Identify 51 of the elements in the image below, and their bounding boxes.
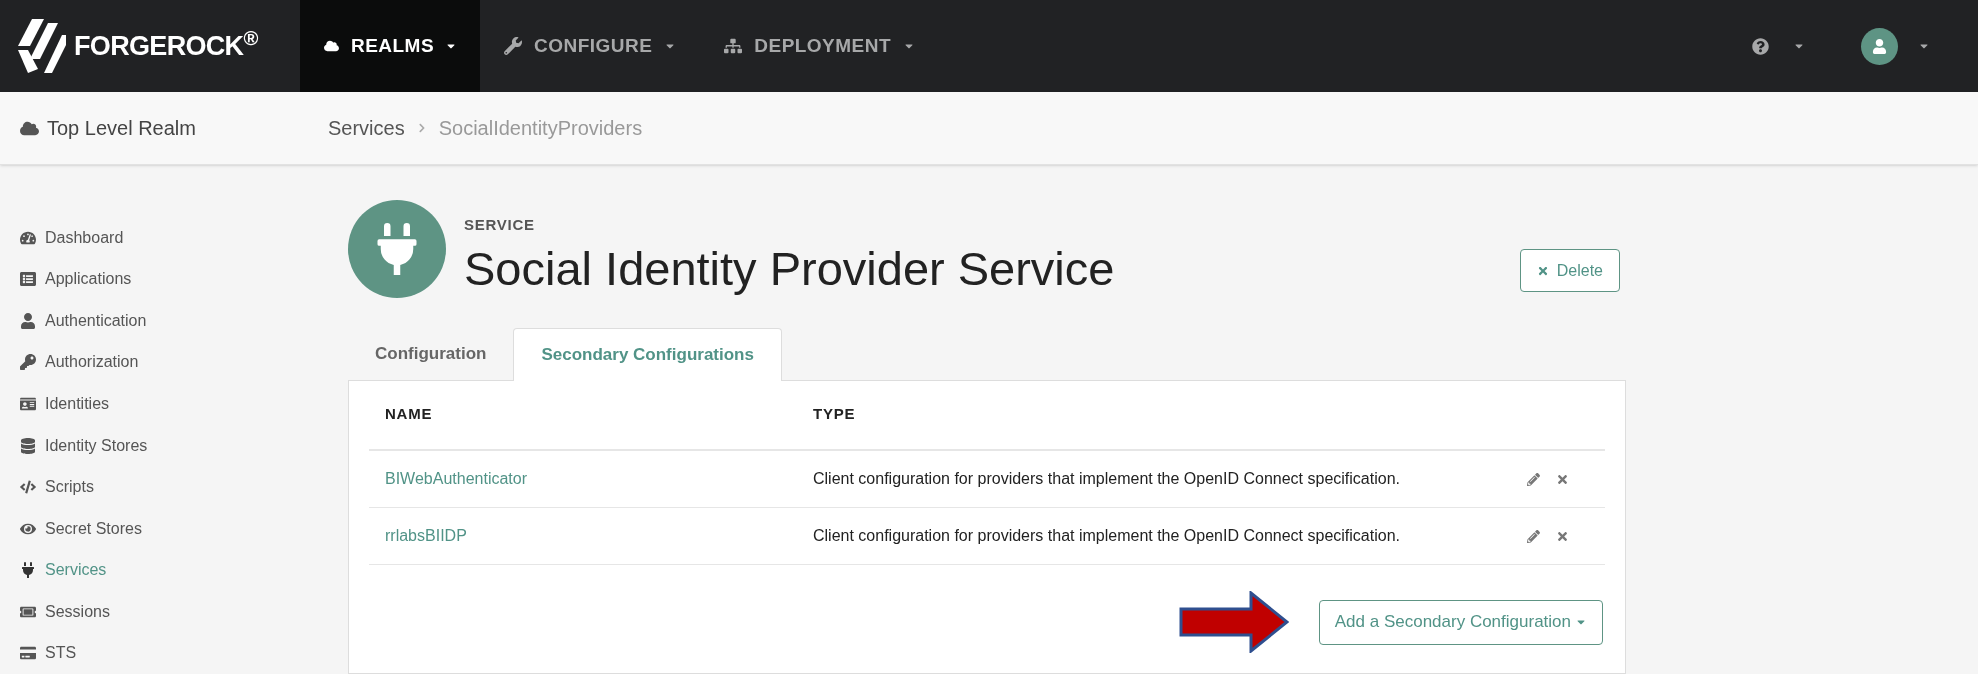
id-card-icon <box>20 395 36 412</box>
sidebar-item[interactable]: Identities <box>20 383 348 425</box>
sidebar-item[interactable]: Authentication <box>20 300 348 342</box>
breadcrumb-item: SocialIdentityProviders <box>438 116 643 141</box>
sidebar-item[interactable]: Sessions <box>20 590 348 633</box>
delete-button[interactable]: Delete <box>1519 249 1620 292</box>
edit-icon[interactable] <box>1527 529 1540 543</box>
wrench-icon <box>504 37 522 55</box>
delete-icon[interactable] <box>1556 472 1569 486</box>
user-menu[interactable] <box>1861 27 1930 65</box>
column-header: NAME <box>384 404 434 424</box>
nav-menu[interactable]: CONFIGURE <box>480 0 701 92</box>
key-icon <box>20 354 36 371</box>
sitemap-icon <box>724 37 743 55</box>
sidebar-item[interactable]: STS <box>20 632 348 674</box>
edit-icon[interactable] <box>1527 472 1540 486</box>
config-name-link[interactable]: BIWebAuthenticator <box>369 467 527 491</box>
sidebar-item[interactable]: Secret Stores <box>20 507 348 550</box>
user-icon <box>1872 38 1887 54</box>
delete-icon[interactable] <box>1556 529 1569 543</box>
add-secondary-configuration-button[interactable]: Add a Secondary Configuration <box>1318 599 1603 645</box>
table-cell-text: Client configuration for providers that implement the OpenID Connect specification. <box>812 469 1401 489</box>
card-icon <box>20 645 36 662</box>
brand-name: FORGEROCK$^{®}$ <box>74 25 258 63</box>
help-menu[interactable] <box>1752 37 1805 55</box>
tab[interactable]: Secondary Configurations <box>513 328 782 381</box>
config-name-link[interactable]: rrlabsBIIDP <box>369 524 467 548</box>
realm-name[interactable]: Top Level Realm <box>47 113 196 143</box>
database-icon <box>20 437 36 454</box>
sidebar-item[interactable]: Applications <box>20 258 348 301</box>
nav-menu[interactable]: REALMS <box>300 0 480 92</box>
gauge-icon <box>20 229 36 246</box>
help-icon <box>1752 37 1769 55</box>
list-icon <box>20 271 36 288</box>
sidebar-item[interactable]: Identity Stores <box>20 424 348 467</box>
sidebar-item[interactable]: Scripts <box>20 466 348 508</box>
tab[interactable]: Configuration <box>348 327 514 380</box>
code-icon <box>20 479 36 496</box>
eyebrow-label: SERVICE <box>464 214 536 235</box>
plug-icon <box>20 562 36 579</box>
sidebar-item[interactable]: Dashboard <box>20 217 348 259</box>
table-cell-text: Client configuration for providers that implement the OpenID Connect specification. <box>812 526 1401 546</box>
column-header: TYPE <box>812 404 857 424</box>
chevron-icon <box>416 123 427 133</box>
close-icon <box>1536 264 1549 277</box>
user-icon <box>20 312 36 329</box>
page-title: Social Identity Provider Service <box>464 241 1115 297</box>
breadcrumb-item[interactable]: Services <box>328 113 405 143</box>
sidebar-item[interactable]: Authorization <box>20 341 348 384</box>
nav-menu[interactable]: DEPLOYMENT <box>700 0 939 92</box>
logo-icon <box>18 19 66 73</box>
